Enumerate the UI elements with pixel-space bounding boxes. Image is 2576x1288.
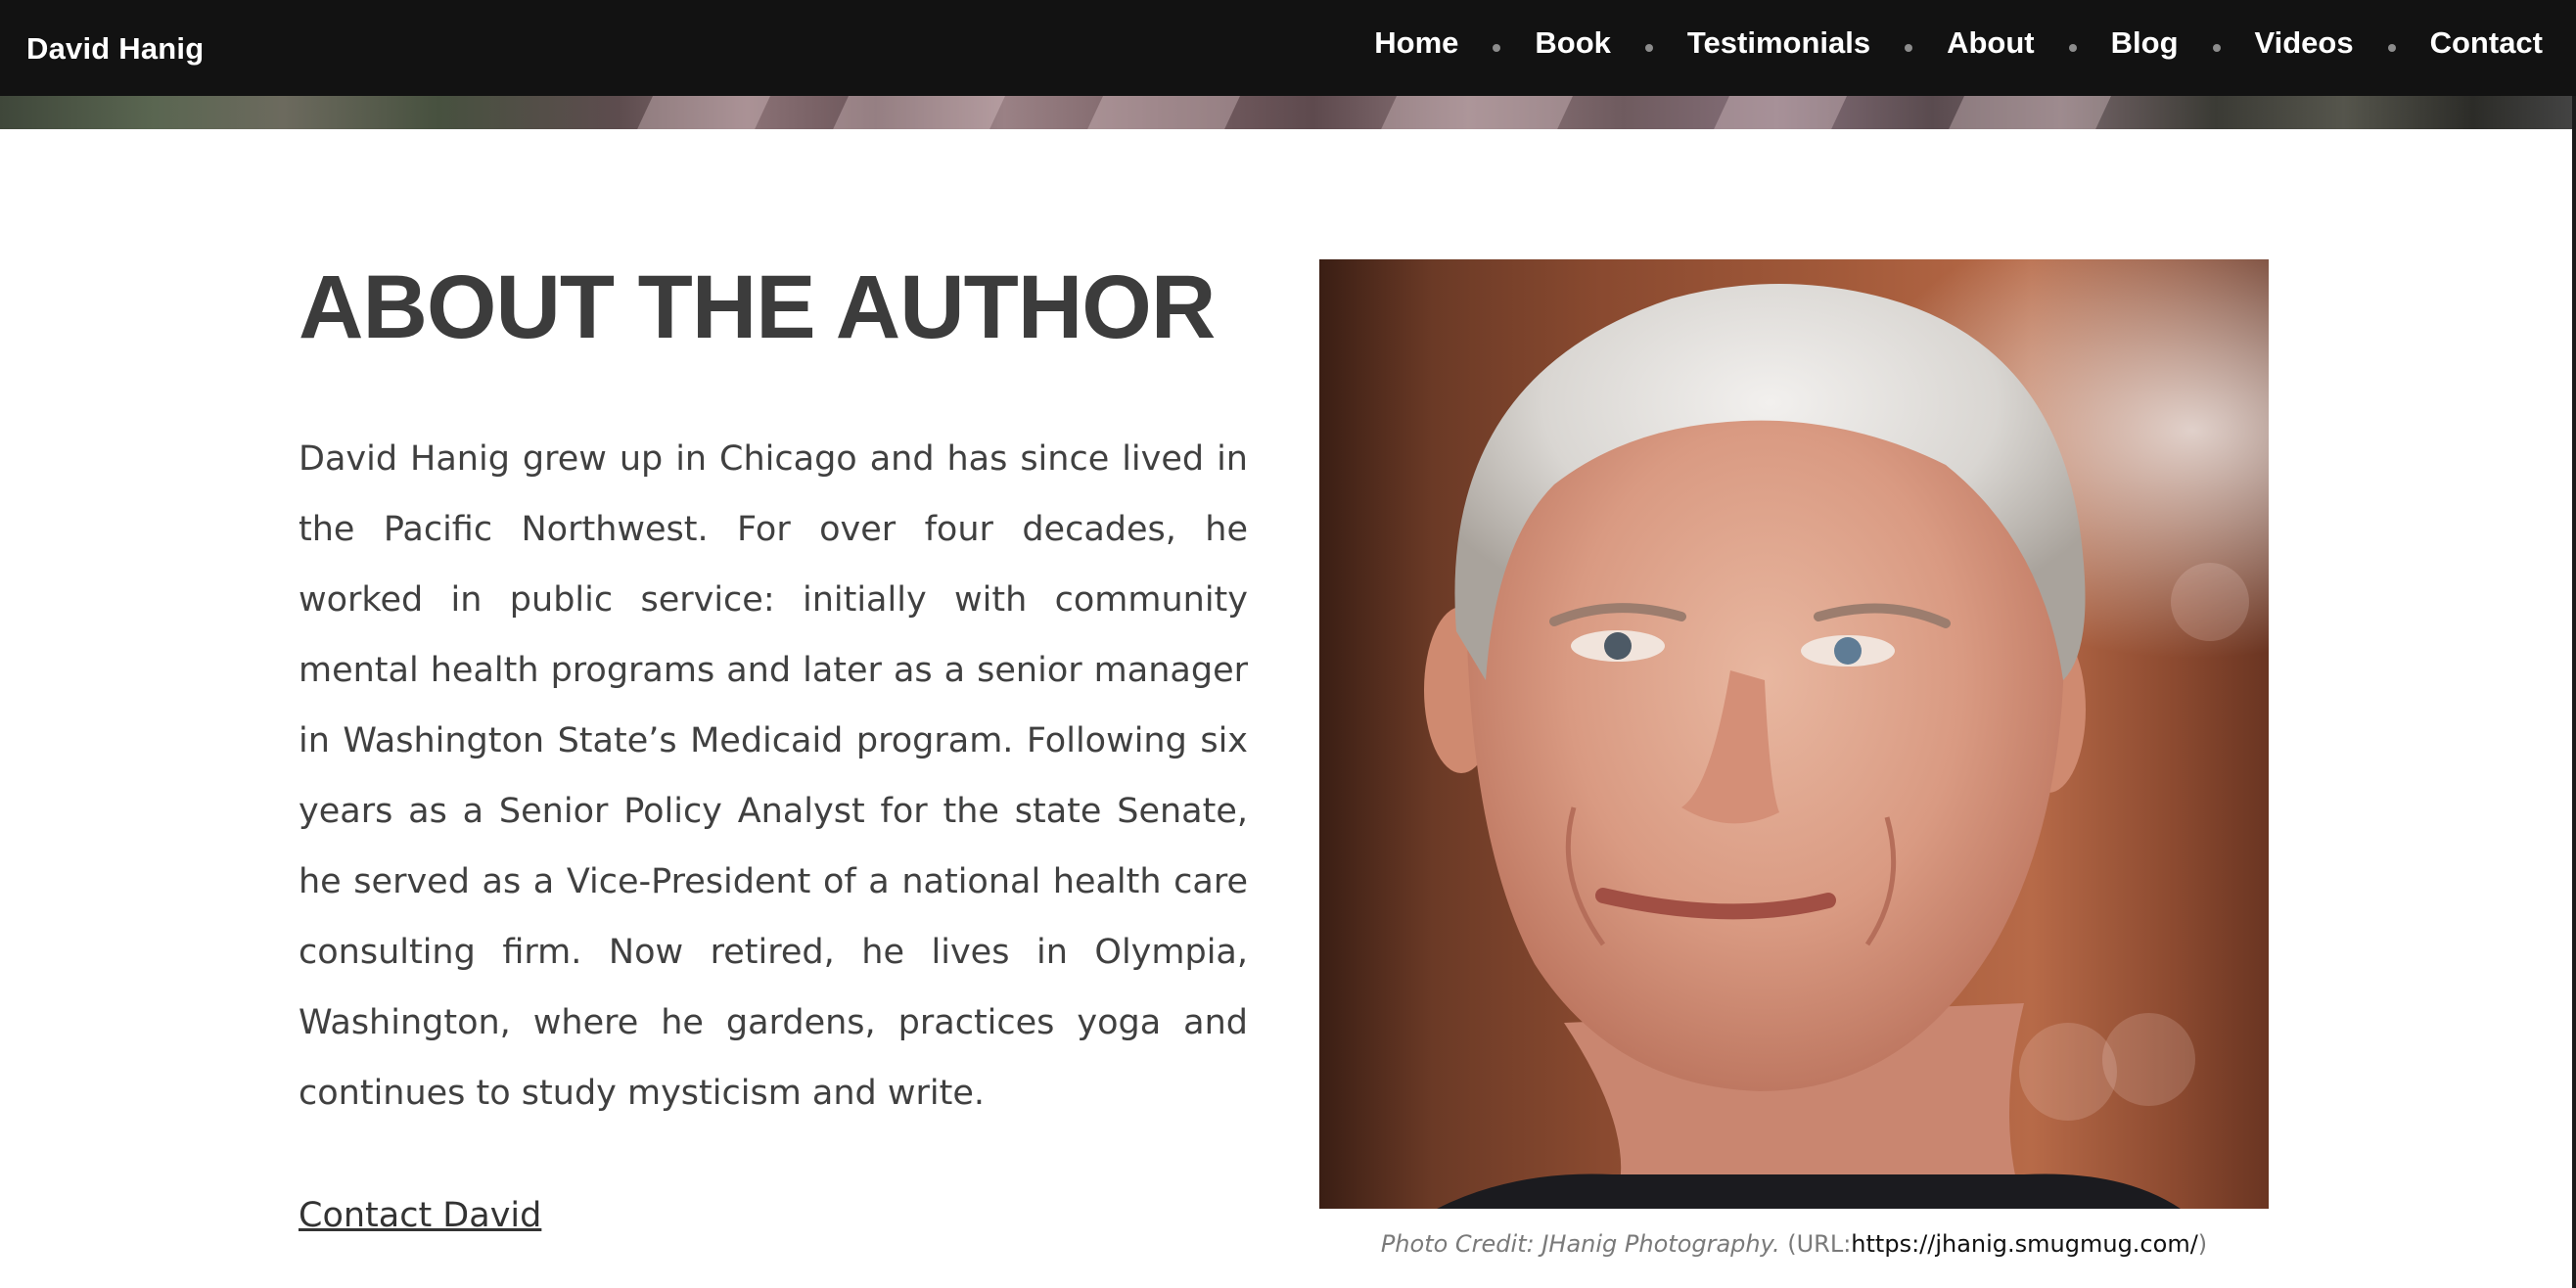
site-header: David Hanig Home Book Testimonials About… (0, 0, 2576, 96)
caption-url-suffix: ) (2197, 1230, 2208, 1258)
page-edge-shadow (2572, 96, 2576, 1288)
nav-separator-dot (2212, 44, 2221, 52)
photo-caption: Photo Credit: JHanig Photography. (URL:h… (1319, 1230, 2269, 1258)
nav-testimonials[interactable]: Testimonials (1687, 25, 1870, 61)
site-title-link[interactable]: David Hanig (26, 31, 204, 67)
nav-separator-dot (2068, 44, 2077, 52)
photographer-url-link[interactable]: https://jhanig.smugmug.com/ (1851, 1230, 2197, 1258)
main-navigation: Home Book Testimonials About Blog Videos… (1374, 25, 2543, 61)
nav-separator-dot (1644, 44, 1653, 52)
nav-about[interactable]: About (1947, 25, 2035, 61)
page-title: ABOUT THE AUTHOR (299, 257, 1216, 357)
nav-videos[interactable]: Videos (2255, 25, 2354, 61)
nav-contact[interactable]: Contact (2430, 25, 2543, 61)
nav-separator-dot (2387, 44, 2396, 52)
nav-separator-dot (1493, 44, 1501, 52)
nav-separator-dot (1905, 44, 1913, 52)
author-bio: David Hanig grew up in Chicago and has s… (299, 439, 1248, 1113)
caption-url-prefix: (URL: (1787, 1230, 1852, 1258)
photo-credit-text: Photo Credit: JHanig Photography. (1380, 1230, 1780, 1258)
nav-book[interactable]: Book (1535, 25, 1611, 61)
hero-banner-image (0, 96, 2576, 129)
author-portrait-photo (1319, 259, 2269, 1209)
nav-home[interactable]: Home (1374, 25, 1458, 61)
nav-blog[interactable]: Blog (2111, 25, 2179, 61)
contact-david-link[interactable]: Contact David (299, 1196, 541, 1235)
